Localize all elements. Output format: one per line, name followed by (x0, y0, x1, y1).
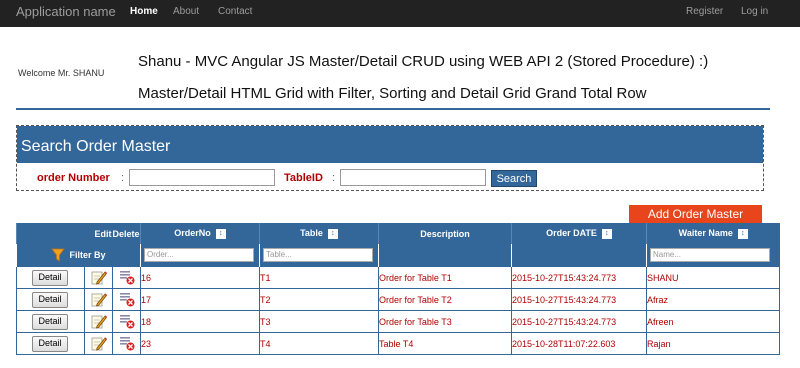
date-filter-cell (511, 244, 647, 267)
sort-icon[interactable]: ↕ (737, 228, 748, 239)
table-id-input[interactable] (340, 169, 486, 186)
table-header[interactable]: Table ↕ (259, 223, 379, 244)
header-divider (16, 108, 770, 110)
table-cell: T1 (259, 266, 379, 289)
edit-header: Edit (16, 223, 113, 244)
order-date-cell: 2015-10-27T15:43:24.773 (511, 266, 647, 289)
order-date-cell: 2015-10-27T15:43:24.773 (511, 288, 647, 311)
table-filter-cell: Table... (259, 244, 379, 267)
filter-by-cell: Filter By (16, 244, 141, 267)
filter-funnel-icon (51, 248, 66, 262)
order-date-cell: 2015-10-28T11:07:22.603 (511, 332, 647, 355)
order-filter-input[interactable]: Order... (144, 248, 254, 262)
detail-button[interactable]: Detail (32, 313, 68, 330)
sort-icon[interactable]: ↕ (215, 228, 226, 239)
order-no-cell: 17 (140, 288, 260, 311)
order-no-cell: 16 (140, 266, 260, 289)
edit-cell (84, 288, 113, 311)
description-cell: Table T4 (378, 332, 512, 355)
table-cell: T4 (259, 332, 379, 355)
edit-cell (84, 310, 113, 333)
order-date-header[interactable]: Order DATE ↕ (511, 223, 647, 244)
order-date-header-label: Order DATE (546, 228, 597, 239)
sort-icon[interactable]: ↕ (601, 228, 612, 239)
search-panel-header: Search Order Master (17, 126, 763, 163)
nav-login-link[interactable]: Log in (741, 6, 768, 17)
table-row: Detail 18 T3 Order for Table T3 2015-10-… (16, 310, 780, 333)
waiter-name-header[interactable]: Waiter Name ↕ (646, 223, 780, 244)
table-id-label: TableID (284, 172, 323, 184)
order-no-cell: 23 (140, 332, 260, 355)
delete-cell (112, 332, 141, 355)
table-header-label: Table (300, 228, 323, 239)
edit-pencil-icon[interactable] (91, 335, 107, 351)
delete-cell (112, 266, 141, 289)
edit-cell (84, 266, 113, 289)
detail-cell: Detail (16, 332, 85, 355)
table-row: Detail 23 T4 Table T4 2015-10-28T11:07:2… (16, 332, 780, 355)
waiter-name-cell: Afreen (646, 310, 780, 333)
add-order-master-button[interactable]: Add Order Master (629, 205, 762, 224)
detail-button[interactable]: Detail (32, 335, 68, 352)
order-number-colon: : (121, 172, 125, 184)
waiter-name-cell: Rajan (646, 332, 780, 355)
description-cell: Order for Table T1 (378, 266, 512, 289)
delete-icon[interactable] (119, 313, 135, 329)
table-cell: T3 (259, 310, 379, 333)
name-filter-input[interactable]: Name... (650, 248, 770, 262)
delete-icon[interactable] (119, 335, 135, 351)
order-no-header-label: OrderNo (174, 228, 211, 239)
detail-button[interactable]: Detail (32, 291, 68, 308)
delete-icon[interactable] (119, 269, 135, 285)
grid-header-row: Edit Delete OrderNo ↕ Table ↕ Description … (16, 223, 780, 244)
detail-cell: Detail (16, 266, 85, 289)
delete-cell (112, 310, 141, 333)
waiter-name-cell: SHANU (646, 266, 780, 289)
description-cell: Order for Table T3 (378, 310, 512, 333)
search-panel: Search Order Master order Number : Table… (16, 125, 764, 191)
table-filter-input[interactable]: Table... (263, 248, 373, 262)
order-master-grid: Edit Delete OrderNo ↕ Table ↕ Description … (16, 223, 780, 355)
order-number-label: order Number (37, 172, 110, 184)
table-row: Detail 17 T2 Order for Table T2 2015-10-… (16, 288, 780, 311)
order-no-cell: 18 (140, 310, 260, 333)
nav-about-link[interactable]: About (173, 6, 199, 17)
nav-register-link[interactable]: Register (686, 6, 723, 17)
welcome-text: Welcome Mr. SHANU (18, 68, 105, 78)
detail-cell: Detail (16, 310, 85, 333)
grid-filter-row: Filter By Order... Table... Name... (16, 244, 780, 267)
edit-pencil-icon[interactable] (91, 291, 107, 307)
filter-by-label: Filter By (69, 250, 106, 260)
order-date-cell: 2015-10-27T15:43:24.773 (511, 310, 647, 333)
delete-icon[interactable] (119, 291, 135, 307)
waiter-name-cell: Afraz (646, 288, 780, 311)
search-button[interactable]: Search (491, 170, 537, 187)
delete-cell (112, 288, 141, 311)
detail-cell: Detail (16, 288, 85, 311)
edit-pencil-icon[interactable] (91, 269, 107, 285)
nav-home-link[interactable]: Home (130, 6, 158, 17)
app-brand-link[interactable]: Application name (16, 4, 116, 19)
page-title: Shanu - MVC Angular JS Master/Detail CRU… (138, 53, 709, 70)
table-row: Detail 16 T1 Order for Table T1 2015-10-… (16, 266, 780, 289)
table-id-colon: : (332, 172, 336, 184)
order-filter-cell: Order... (140, 244, 260, 267)
search-panel-title: Search Order Master (21, 138, 171, 155)
order-number-input[interactable] (129, 169, 275, 186)
nav-contact-link[interactable]: Contact (218, 6, 252, 17)
top-navbar: Application name Home About Contact Regi… (0, 0, 800, 27)
waiter-name-header-label: Waiter Name (678, 228, 733, 239)
description-filter-cell (378, 244, 512, 267)
description-header: Description (378, 223, 512, 244)
name-filter-cell: Name... (646, 244, 780, 267)
sort-icon[interactable]: ↕ (327, 228, 338, 239)
detail-button[interactable]: Detail (32, 269, 68, 286)
page-subtitle: Master/Detail HTML Grid with Filter, Sor… (138, 85, 647, 102)
table-cell: T2 (259, 288, 379, 311)
edit-pencil-icon[interactable] (91, 313, 107, 329)
edit-cell (84, 332, 113, 355)
order-no-header[interactable]: OrderNo ↕ (140, 223, 260, 244)
description-cell: Order for Table T2 (378, 288, 512, 311)
delete-header: Delete (112, 223, 141, 244)
